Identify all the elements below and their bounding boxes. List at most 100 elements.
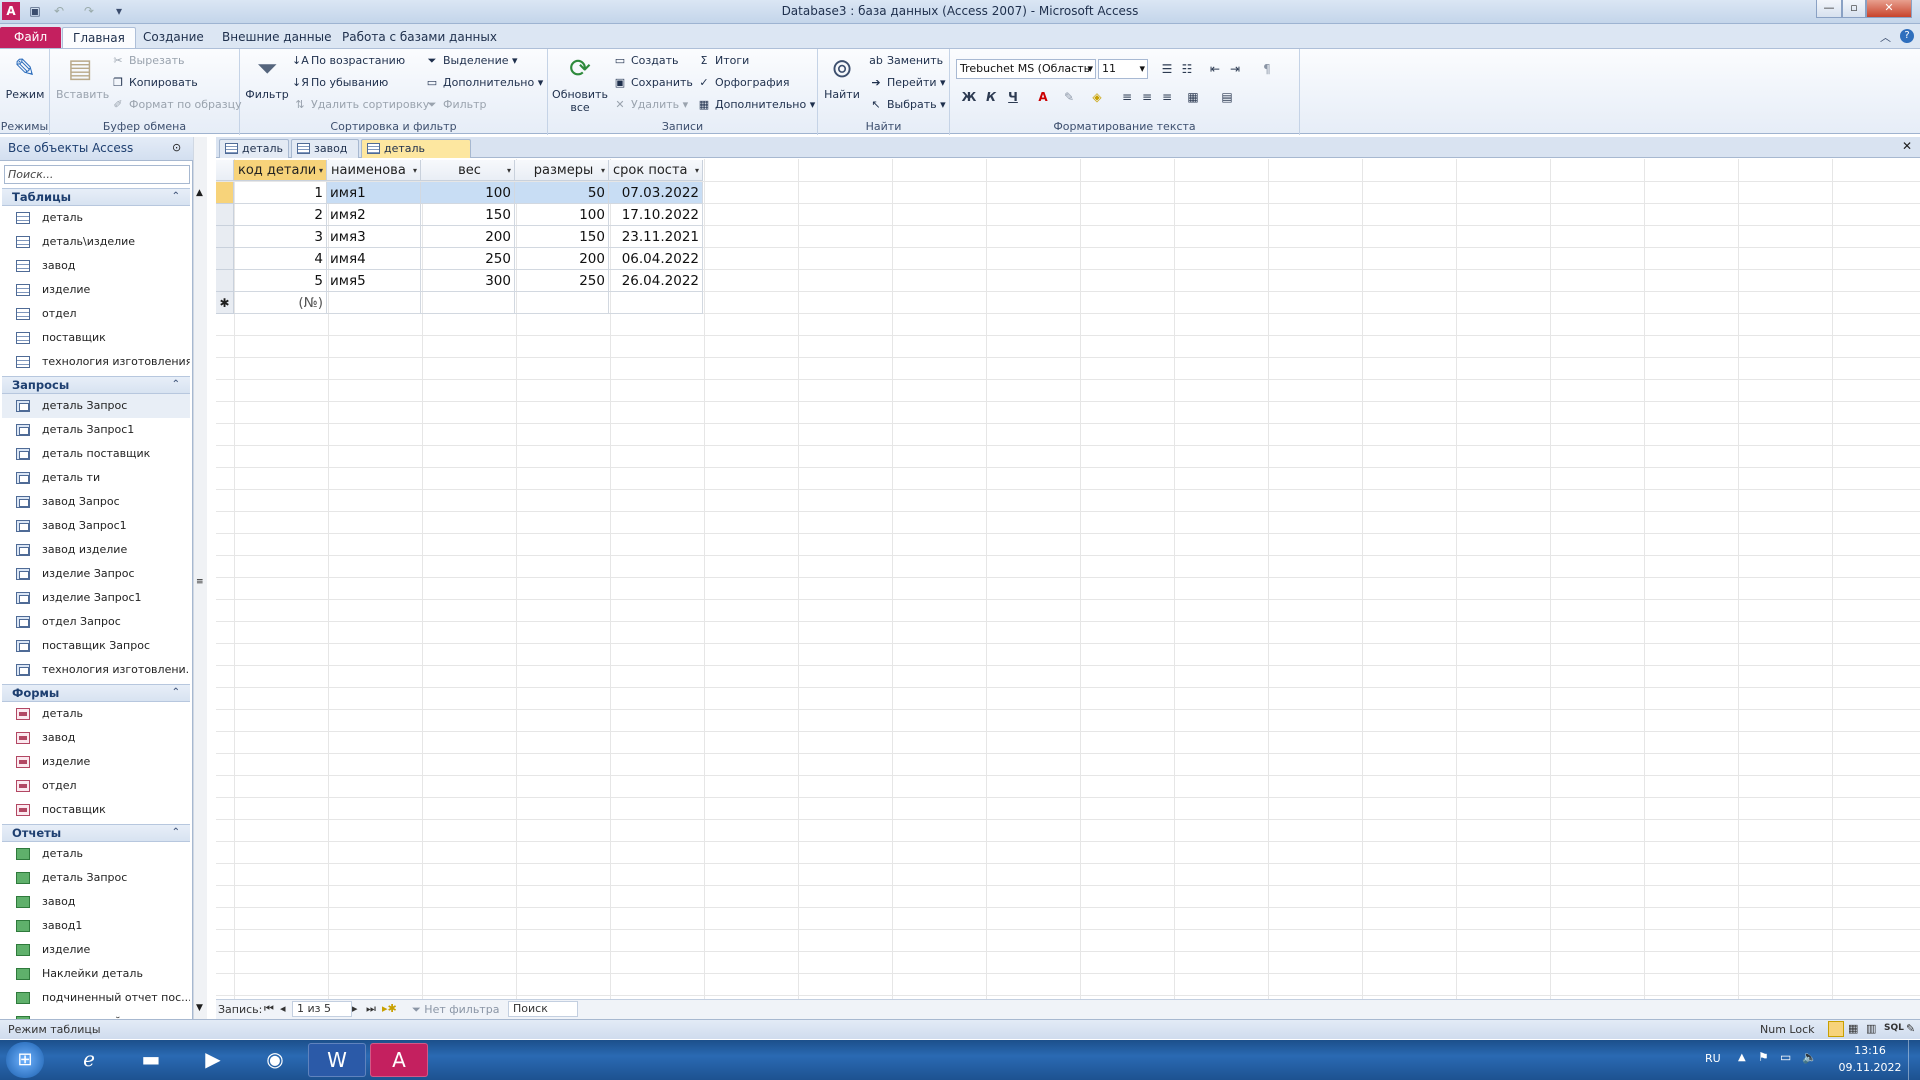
minimize-button[interactable]: — [1816, 0, 1842, 18]
advanced-filter-dropdown[interactable]: ▭ Дополнительно ▾ [424, 73, 543, 93]
nav-section-header[interactable]: Формы ⌃ [2, 684, 190, 702]
gridlines-icon[interactable]: ▦ [1182, 87, 1204, 107]
close-document-icon[interactable]: ✕ [1902, 139, 1912, 153]
nav-menu-chevron-icon[interactable]: ⊙ [172, 141, 181, 154]
network-icon[interactable]: ▭ [1780, 1050, 1791, 1064]
nav-item[interactable]: деталь Запрос [2, 866, 190, 890]
refresh-all-button[interactable]: ⟳ Обновить все [552, 53, 608, 114]
toggle-filter-button[interactable]: ⏷ Фильтр [424, 95, 487, 115]
goto-dropdown[interactable]: ➔ Перейти ▾ [868, 73, 945, 93]
design-view-icon[interactable]: ✎ [1906, 1022, 1915, 1035]
remove-sort-button[interactable]: ⇅ Удалить сортировку [292, 95, 429, 115]
clock-date[interactable]: 09.11.2022 [1834, 1061, 1906, 1074]
nav-item[interactable]: завод [2, 890, 190, 914]
nav-item[interactable]: деталь [2, 702, 190, 726]
internet-explorer-icon[interactable]: ℯ [60, 1043, 118, 1077]
nav-item[interactable]: деталь\изделие [2, 230, 190, 254]
nav-item[interactable]: деталь [2, 842, 190, 866]
nav-pane-header[interactable]: Все объекты Access ⊙ « [0, 137, 201, 161]
find-button[interactable]: ⊚ Найти [822, 53, 862, 101]
nav-item[interactable]: изделие Запрос1 [2, 586, 190, 610]
table-cell[interactable]: 26.04.2022 [609, 270, 703, 292]
nav-search-input[interactable]: Поиск...⌕ [4, 165, 203, 184]
new-record-button[interactable]: ▭ Создать [612, 51, 679, 71]
sort-ascending-button[interactable]: ↓A По возрастанию [292, 51, 405, 71]
doc-tab-detail-query[interactable]: деталь Запрос [361, 139, 471, 173]
table-cell[interactable]: 5 [234, 270, 327, 292]
language-indicator[interactable]: RU [1705, 1052, 1721, 1065]
delete-record-button[interactable]: ✕ Удалить ▾ [612, 95, 688, 115]
new-row-cell[interactable]: (№) [234, 292, 327, 314]
table-cell[interactable]: 200 [515, 248, 609, 270]
nav-item[interactable]: отдел Запрос [2, 610, 190, 634]
table-cell[interactable]: имя3 [327, 226, 421, 248]
table-cell[interactable]: 200 [421, 226, 515, 248]
nav-item[interactable]: поставщик [2, 798, 190, 822]
column-filter-chevron-icon[interactable]: ▾ [695, 160, 699, 180]
sort-descending-button[interactable]: ↓Я По убыванию [292, 73, 388, 93]
row-selector[interactable] [216, 270, 234, 292]
collapse-section-icon[interactable]: ⌃ [172, 377, 180, 393]
nav-item[interactable]: завод Запрос1 [2, 514, 190, 538]
nav-scrollbar[interactable]: ▲ ≡ ▼ [193, 137, 207, 1019]
chrome-icon[interactable]: ◉ [246, 1043, 304, 1077]
nav-item[interactable]: технология изготовления [2, 350, 190, 374]
table-cell[interactable]: имя5 [327, 270, 421, 292]
table-cell[interactable]: 07.03.2022 [609, 182, 703, 204]
show-hidden-icons-icon[interactable]: ▲ [1738, 1052, 1746, 1063]
column-filter-chevron-icon[interactable]: ▾ [601, 160, 605, 180]
align-center-icon[interactable]: ≡ [1136, 87, 1158, 107]
align-right-icon[interactable]: ≡ [1156, 87, 1178, 107]
alternate-row-color-icon[interactable]: ▤ [1216, 87, 1238, 107]
sql-view-icon[interactable]: SQL [1884, 1023, 1904, 1033]
italic-button[interactable]: К [980, 87, 1002, 107]
table-cell[interactable]: 150 [421, 204, 515, 226]
start-button-icon[interactable]: ⊞ [6, 1042, 44, 1078]
nav-item[interactable]: завод Запрос [2, 490, 190, 514]
table-cell[interactable]: 3 [234, 226, 327, 248]
column-filter-chevron-icon[interactable]: ▾ [319, 160, 323, 180]
previous-record-icon[interactable]: ◂ [280, 1002, 286, 1015]
collapse-section-icon[interactable]: ⌃ [172, 825, 180, 841]
maximize-button[interactable]: ▫ [1842, 0, 1866, 18]
pivot-table-icon[interactable]: ▦ [1848, 1022, 1858, 1035]
save-record-button[interactable]: ▣ Сохранить [612, 73, 693, 93]
last-record-icon[interactable]: ⏭ [366, 1002, 376, 1016]
volume-icon[interactable]: 🔈 [1802, 1050, 1817, 1064]
nav-item[interactable]: подчиненный отчет пос... [2, 986, 190, 1010]
nav-section-header[interactable]: Таблицы ⌃ [2, 188, 190, 206]
table-cell[interactable]: 250 [421, 248, 515, 270]
table-cell[interactable]: 300 [421, 270, 515, 292]
table-cell[interactable]: 50 [515, 182, 609, 204]
nav-item[interactable]: изделие [2, 750, 190, 774]
column-filter-chevron-icon[interactable]: ▾ [507, 160, 511, 180]
tab-create[interactable]: Создание [133, 27, 214, 48]
no-filter-button[interactable]: ⏷ Нет фильтра [412, 1003, 499, 1017]
tab-external-data[interactable]: Внешние данные [212, 27, 341, 48]
cut-button[interactable]: ✂ Вырезать [110, 51, 184, 71]
paste-button[interactable]: ▤ Вставить [56, 53, 109, 101]
action-center-flag-icon[interactable]: ⚑ [1758, 1050, 1769, 1064]
font-name-combo[interactable]: Trebuchet MS (Область ▾ [956, 59, 1096, 79]
collapse-section-icon[interactable]: ⌃ [172, 685, 180, 701]
record-position-input[interactable]: 1 из 5 [292, 1001, 352, 1017]
bold-button[interactable]: Ж [958, 87, 980, 107]
table-cell[interactable]: 23.11.2021 [609, 226, 703, 248]
paragraph-icon[interactable]: ¶ [1256, 59, 1278, 79]
bullets-icon[interactable]: ☰ [1156, 59, 1178, 79]
copy-button[interactable]: ❐ Копировать [110, 73, 198, 93]
new-row-cell[interactable] [515, 292, 609, 314]
column-header[interactable]: размеры ▾ [515, 160, 609, 181]
row-selector[interactable] [216, 182, 234, 204]
nav-item[interactable]: отдел [2, 302, 190, 326]
doc-tab-detail[interactable]: деталь [219, 139, 289, 158]
table-cell[interactable]: 4 [234, 248, 327, 270]
column-header[interactable]: срок поста ▾ [609, 160, 703, 181]
column-filter-chevron-icon[interactable]: ▾ [413, 160, 417, 180]
column-header[interactable]: код детали ▾ [234, 160, 327, 181]
nav-section-header[interactable]: Запросы ⌃ [2, 376, 190, 394]
explorer-folder-icon[interactable]: ▬ [122, 1043, 180, 1077]
table-cell[interactable]: 100 [421, 182, 515, 204]
help-icon[interactable]: ? [1900, 29, 1914, 43]
minimize-ribbon-icon[interactable]: ︿ [1880, 29, 1891, 45]
